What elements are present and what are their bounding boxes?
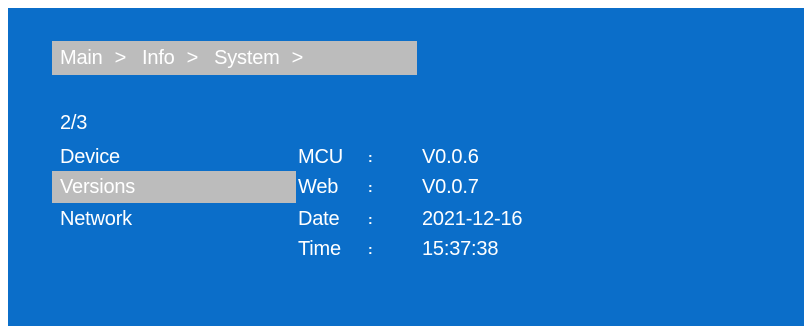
info-value-web-version: V0.0.7: [422, 176, 479, 198]
info-separator: :: [368, 179, 373, 195]
breadcrumb-separator: >: [186, 46, 199, 69]
info-separator: :: [368, 149, 373, 165]
osd-screen: Main > Info > System > 2/3 Device Versio…: [8, 8, 804, 326]
info-label: Web: [298, 176, 339, 198]
breadcrumb-item-main[interactable]: Main: [60, 47, 103, 70]
menu-item-device[interactable]: Device: [52, 141, 296, 173]
info-value-mcu-version: V0.0.6: [422, 146, 479, 168]
info-label: MCU: [298, 146, 343, 168]
breadcrumb-separator: >: [291, 46, 304, 69]
breadcrumb-separator: >: [114, 46, 127, 69]
breadcrumb-item-system[interactable]: System: [214, 47, 280, 70]
breadcrumb-item-info[interactable]: Info: [142, 47, 175, 70]
info-label: Time: [298, 238, 341, 260]
info-separator: :: [368, 211, 373, 227]
info-separator: :: [368, 241, 373, 257]
menu-item-network[interactable]: Network: [52, 203, 296, 235]
menu-item-versions[interactable]: Versions: [52, 171, 296, 203]
page-indicator: 2/3: [60, 112, 88, 134]
breadcrumb: Main > Info > System >: [52, 41, 417, 75]
info-value-time: 15:37:38: [422, 238, 499, 260]
info-label: Date: [298, 208, 340, 230]
info-value-date: 2021-12-16: [422, 208, 523, 230]
